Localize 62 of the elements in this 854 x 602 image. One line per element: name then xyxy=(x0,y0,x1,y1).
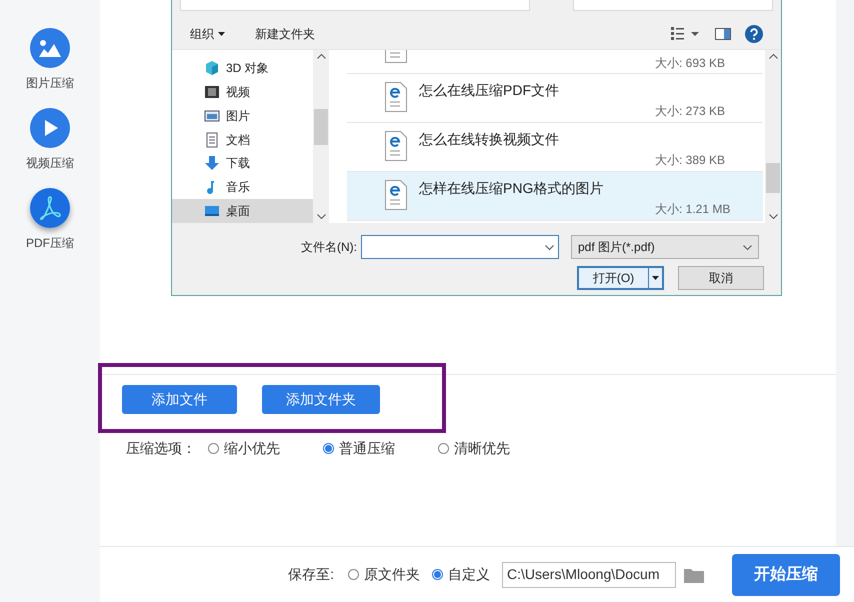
radio-button[interactable] xyxy=(348,569,359,580)
cancel-button[interactable]: 取消 xyxy=(678,266,764,290)
save-to-label: 保存至: xyxy=(288,565,334,584)
radio-button[interactable] xyxy=(438,443,449,454)
nav-item[interactable]: 图片 xyxy=(172,104,313,128)
radio-button[interactable] xyxy=(208,443,219,454)
film-icon xyxy=(204,84,220,100)
pdf-icon xyxy=(30,188,70,228)
compression-options-label: 压缩选项： xyxy=(126,439,196,458)
pdf-file-icon xyxy=(385,82,407,112)
pdf-file-icon xyxy=(385,131,407,161)
scroll-thumb[interactable] xyxy=(766,163,780,193)
filename-label: 文件名(N): xyxy=(301,239,357,256)
radio-option[interactable]: 自定义 xyxy=(432,564,490,585)
filename-field[interactable] xyxy=(361,235,559,259)
sidebar-item[interactable]: PDF压缩 xyxy=(26,188,74,252)
radio-option[interactable]: 普通压缩 xyxy=(323,438,438,459)
caret-icon xyxy=(218,32,225,36)
open-button[interactable]: 打开(O) xyxy=(577,266,664,290)
organize-menu[interactable]: 组织 xyxy=(190,25,225,43)
download-icon xyxy=(204,155,220,172)
scroll-down-icon[interactable] xyxy=(768,214,778,219)
scroll-up-icon[interactable] xyxy=(768,54,778,59)
add-folder-button[interactable]: 添加文件夹 xyxy=(262,385,380,414)
cube-icon xyxy=(204,60,220,76)
radio-option[interactable]: 原文件夹 xyxy=(348,564,420,585)
radio-button[interactable] xyxy=(432,569,443,580)
scroll-thumb[interactable] xyxy=(314,109,328,145)
scroll-down-icon[interactable] xyxy=(316,214,326,219)
nav-item[interactable]: 文档 xyxy=(172,128,313,152)
help-icon[interactable] xyxy=(745,25,763,43)
nav-item[interactable]: 音乐 xyxy=(172,175,313,200)
scrollbar[interactable] xyxy=(313,50,329,223)
sidebar-item[interactable]: 视频压缩 xyxy=(26,108,74,172)
view-options-icon[interactable] xyxy=(671,27,701,41)
play-icon xyxy=(30,108,70,148)
chevron-down-icon[interactable] xyxy=(743,244,752,250)
document-icon xyxy=(204,132,220,148)
scroll-up-icon[interactable] xyxy=(316,54,326,59)
chevron-down-icon[interactable] xyxy=(545,244,554,250)
caret-icon xyxy=(652,276,659,280)
new-folder-button[interactable]: 新建文件夹 xyxy=(255,25,315,43)
file-item[interactable]: 大小: 693 KB xyxy=(347,50,763,74)
nav-item[interactable]: 视频 xyxy=(172,80,313,104)
nav-item[interactable]: 下载 xyxy=(172,151,313,176)
file-type-dropdown[interactable]: pdf 图片(*.pdf) xyxy=(571,235,759,259)
preview-pane-icon[interactable] xyxy=(715,28,731,40)
picture-icon xyxy=(204,108,220,124)
path-field[interactable]: C:\Users\Mloong\Docum xyxy=(502,562,676,588)
file-item[interactable]: 怎样在线压缩PNG格式的图片 大小: 1.21 MB xyxy=(347,172,763,221)
add-file-button[interactable]: 添加文件 xyxy=(122,385,237,414)
nav-item[interactable]: 桌面 xyxy=(172,199,313,224)
radio-button[interactable] xyxy=(323,443,334,454)
picture-icon xyxy=(30,28,70,68)
pdf-file-icon xyxy=(385,180,407,210)
start-compression-button[interactable]: 开始压缩 xyxy=(732,554,840,596)
nav-item[interactable]: 3D 对象 xyxy=(172,56,313,80)
scrollbar[interactable] xyxy=(765,50,781,223)
radio-option[interactable]: 清晰优先 xyxy=(438,438,553,459)
folder-icon[interactable] xyxy=(684,566,704,582)
sidebar-item[interactable]: 图片压缩 xyxy=(26,28,74,92)
radio-option[interactable]: 缩小优先 xyxy=(208,438,323,459)
